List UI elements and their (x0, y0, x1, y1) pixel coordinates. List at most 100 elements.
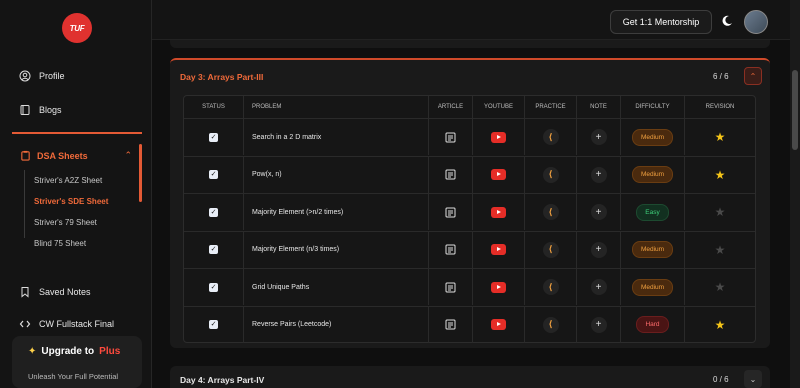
section-title[interactable]: Day 3: Arrays Part-III (180, 72, 263, 82)
sheet-item-sde[interactable]: Striver's SDE Sheet (34, 197, 108, 206)
status-checkbox[interactable]: ✓ (209, 170, 218, 179)
problem-name[interactable]: Majority Element (>n/2 times) (252, 209, 343, 216)
chevron-up-icon[interactable]: ⌃ (124, 150, 132, 161)
status-checkbox[interactable]: ✓ (209, 282, 218, 292)
article-icon[interactable] (445, 282, 456, 293)
leetcode-icon[interactable]: ⟨ (542, 279, 559, 295)
upgrade-title: ✦ Upgrade to Plus (28, 346, 120, 357)
difficulty-badge: Easy (636, 203, 669, 221)
article-icon[interactable] (445, 169, 456, 180)
avatar[interactable] (744, 10, 768, 34)
revision-star-icon[interactable]: ★ (715, 206, 726, 218)
sidebar-item-saved-notes[interactable]: Saved Notes (19, 286, 91, 298)
tuf-logo[interactable]: TUF (62, 13, 92, 43)
revision-star-icon[interactable]: ★ (715, 131, 726, 143)
table-row: ✓ Majority Element (n/3 times) ⟨ + Medium ★ (184, 230, 755, 268)
youtube-cell (473, 306, 525, 343)
revision-cell: ★ (685, 232, 755, 268)
problem-name[interactable]: Reverse Pairs (Leetcode) (252, 321, 331, 328)
scroll-thumb[interactable] (792, 70, 798, 150)
next-section-title[interactable]: Day 4: Arrays Part-IV (180, 375, 264, 385)
moon-icon[interactable] (720, 14, 734, 28)
next-section-progress: 0 / 6 (713, 375, 729, 384)
sidebar-item-label: Saved Notes (39, 287, 91, 297)
upgrade-card[interactable]: ✦ Upgrade to Plus Unleash Your Full Pote… (12, 336, 142, 388)
practice-cell: ⟨ (525, 156, 577, 193)
revision-cell: ★ (685, 119, 755, 155)
problem-name[interactable]: Search in a 2 D matrix (252, 134, 321, 141)
status-checkbox[interactable]: ✓ (209, 320, 218, 329)
article-icon[interactable] (445, 319, 456, 330)
practice-cell: ⟨ (525, 269, 577, 305)
sidebar-item-label: Profile (39, 71, 65, 81)
dsa-sheets-toggle[interactable]: DSA Sheets (20, 150, 88, 161)
difficulty-badge: Medium (631, 278, 674, 296)
youtube-icon[interactable] (491, 281, 506, 293)
status-checkbox[interactable]: ✓ (209, 245, 218, 254)
header-youtube: YOUTUBE (473, 96, 525, 118)
sidebar-item-blogs[interactable]: Blogs (19, 104, 62, 116)
practice-cell: ⟨ (525, 194, 577, 230)
article-cell (429, 156, 473, 193)
revision-star-icon[interactable]: ★ (715, 281, 726, 293)
code-icon (19, 320, 31, 328)
expand-button[interactable]: ⌄ (744, 370, 762, 388)
article-icon[interactable] (445, 132, 456, 143)
youtube-cell (473, 269, 525, 305)
article-icon[interactable] (445, 244, 456, 255)
problem-cell: Grid Unique Paths (244, 269, 429, 305)
revision-star-icon[interactable]: ★ (715, 244, 726, 256)
user-icon (19, 70, 31, 82)
add-note-icon[interactable]: + (590, 166, 607, 183)
problem-cell: Search in a 2 D matrix (244, 119, 429, 155)
sheet-item-79[interactable]: Striver's 79 Sheet (34, 218, 97, 227)
leetcode-icon[interactable]: ⟨ (542, 316, 559, 333)
revision-star-icon[interactable]: ★ (715, 319, 726, 331)
problem-name[interactable]: Pow(x, n) (252, 171, 282, 178)
revision-cell: ★ (685, 194, 755, 230)
sidebar: TUF Profile Blogs DSA Sheets ⌃ Striver's… (0, 0, 152, 388)
revision-cell: ★ (685, 157, 755, 193)
youtube-icon[interactable] (491, 244, 506, 255)
article-cell (429, 194, 473, 230)
add-note-icon[interactable]: + (590, 316, 607, 333)
leetcode-icon[interactable]: ⟨ (542, 204, 559, 220)
sheet-item-a2z[interactable]: Striver's A2Z Sheet (34, 176, 102, 185)
problem-name[interactable]: Grid Unique Paths (252, 284, 309, 291)
sidebar-item-profile[interactable]: Profile (19, 70, 65, 82)
add-note-icon[interactable]: + (590, 204, 607, 220)
sheet-item-blind75[interactable]: Blind 75 Sheet (34, 239, 86, 248)
difficulty-cell: Medium (621, 119, 685, 155)
article-cell (429, 306, 473, 343)
sparkle-icon: ✦ (28, 346, 37, 357)
sidebar-item-cw-fullstack[interactable]: CW Fullstack Final (19, 318, 114, 330)
youtube-cell (473, 194, 525, 230)
note-cell: + (577, 119, 621, 155)
add-note-icon[interactable]: + (590, 241, 607, 258)
scrollbar[interactable] (790, 0, 800, 388)
header-revision: REVISION (705, 104, 735, 110)
status-checkbox[interactable]: ✓ (209, 132, 218, 142)
sidebar-item-label: CW Fullstack Final (39, 319, 115, 329)
upgrade-plus: Plus (99, 346, 121, 357)
leetcode-icon[interactable]: ⟨ (542, 241, 559, 258)
mentorship-button[interactable]: Get 1:1 Mentorship (610, 10, 712, 34)
youtube-icon[interactable] (491, 131, 506, 143)
status-checkbox[interactable]: ✓ (209, 207, 218, 217)
problem-cell: Majority Element (n/3 times) (244, 231, 429, 268)
dsa-sheets-group: DSA Sheets ⌃ Striver's A2Z Sheet Striver… (12, 132, 142, 258)
article-icon[interactable] (445, 207, 456, 218)
youtube-icon[interactable] (491, 169, 506, 180)
revision-star-icon[interactable]: ★ (715, 169, 726, 181)
leetcode-icon[interactable]: ⟨ (542, 129, 559, 145)
youtube-icon[interactable] (491, 206, 506, 218)
leetcode-icon[interactable]: ⟨ (542, 166, 559, 183)
table-row: ✓ Grid Unique Paths ⟨ + Medium ★ (184, 268, 755, 305)
difficulty-cell: Medium (621, 156, 685, 193)
difficulty-badge: Medium (631, 128, 674, 146)
problem-name[interactable]: Majority Element (n/3 times) (252, 246, 339, 253)
youtube-icon[interactable] (491, 319, 506, 330)
add-note-icon[interactable]: + (590, 279, 607, 295)
collapse-button[interactable]: ⌃ (744, 67, 762, 85)
add-note-icon[interactable]: + (590, 129, 607, 145)
